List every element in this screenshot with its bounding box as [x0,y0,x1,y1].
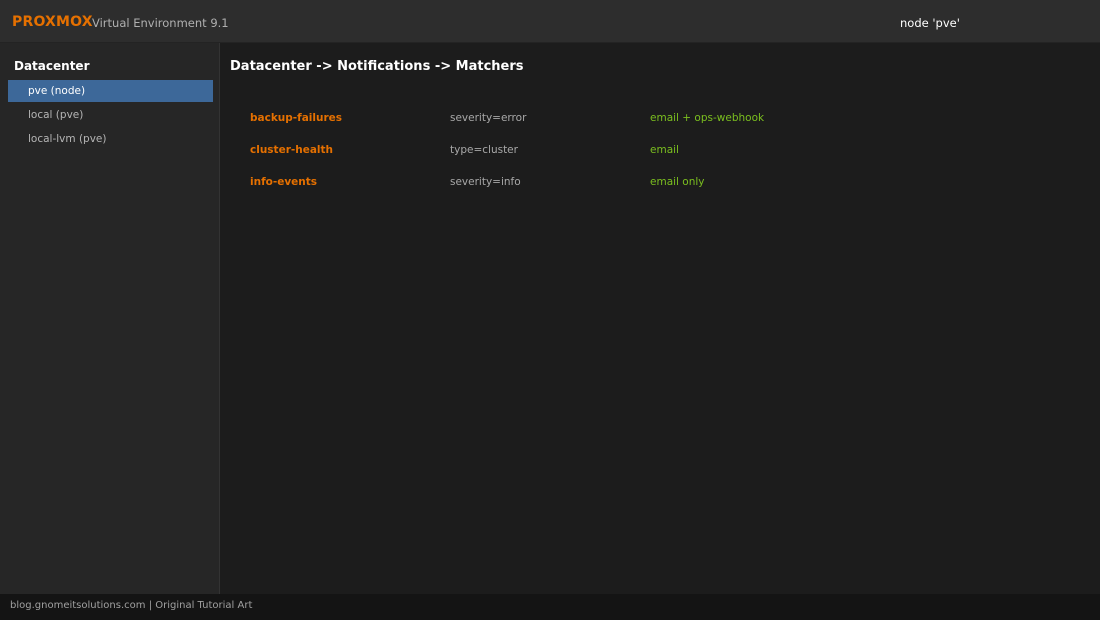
tree-item-local-lvm[interactable]: local-lvm (pve) [8,128,213,150]
matcher-row[interactable]: info-events severity=info email only [250,173,950,191]
matcher-row[interactable]: cluster-health type=cluster email [250,141,950,159]
node-indicator: node 'pve' [900,16,960,30]
product-version: Virtual Environment 9.1 [92,16,229,30]
breadcrumb: Datacenter -> Notifications -> Matchers [230,59,524,74]
resource-tree: Datacenter pve (node) local (pve) local-… [0,43,220,594]
matcher-rule: severity=error [450,112,527,124]
matcher-rule: severity=info [450,176,521,188]
tree-item-pve-node[interactable]: pve (node) [8,80,213,102]
tree-item-local[interactable]: local (pve) [8,104,213,126]
matcher-name[interactable]: backup-failures [250,109,342,127]
tree-root-datacenter[interactable]: Datacenter [14,59,89,73]
matcher-target: email + ops-webhook [650,112,765,124]
matcher-target: email only [650,176,705,188]
matcher-target: email [650,144,679,156]
matcher-name[interactable]: cluster-health [250,141,333,159]
matcher-row[interactable]: backup-failures severity=error email + o… [250,109,950,127]
footer: blog.gnomeitsolutions.com | Original Tut… [0,594,1100,620]
top-bar: PROXMOX Virtual Environment 9.1 node 'pv… [0,0,1100,43]
brand-logo[interactable]: PROXMOX [12,14,93,30]
matcher-rule: type=cluster [450,144,518,156]
footer-credit: blog.gnomeitsolutions.com | Original Tut… [10,600,253,611]
content-panel: Datacenter -> Notifications -> Matchers … [221,43,1100,594]
matcher-name[interactable]: info-events [250,173,317,191]
